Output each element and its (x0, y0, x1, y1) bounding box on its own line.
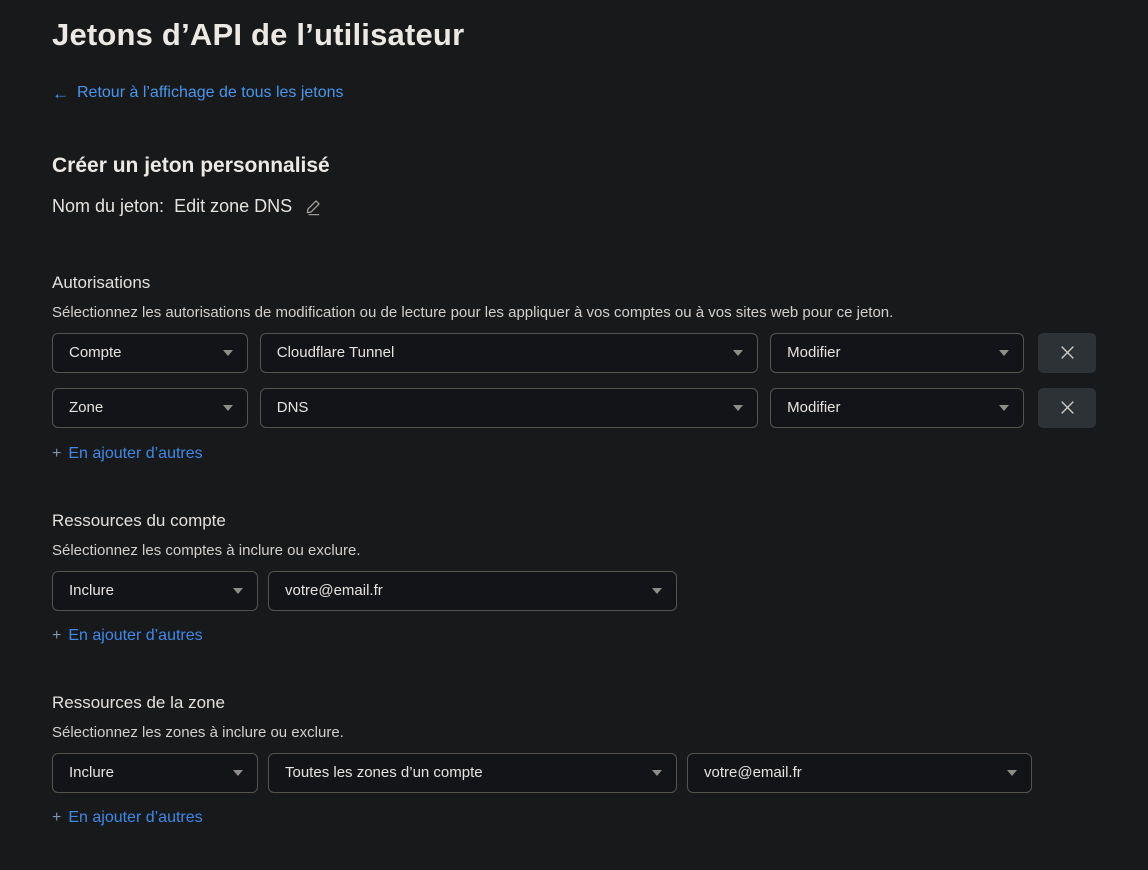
permission-scope-select[interactable]: Zone (52, 388, 248, 428)
caret-down-icon (223, 405, 233, 411)
token-name-value: Edit zone DNS (174, 196, 292, 217)
permission-access-value: Modifier (787, 344, 840, 361)
account-resource-row: Inclure votre@email.fr (52, 571, 1096, 611)
zone-resource-row: Inclure Toutes les zones d’un compte vot… (52, 753, 1096, 793)
account-operator-select[interactable]: Inclure (52, 571, 258, 611)
edit-pencil-icon (304, 198, 322, 216)
caret-down-icon (999, 405, 1009, 411)
caret-down-icon (652, 770, 662, 776)
add-permission-label: En ajouter d’autres (68, 445, 202, 463)
zone-operator-select[interactable]: Inclure (52, 753, 258, 793)
permission-access-select[interactable]: Modifier (770, 388, 1024, 428)
zone-account-value: votre@email.fr (704, 764, 802, 781)
permissions-description: Sélectionnez les autorisations de modifi… (52, 304, 1096, 321)
account-resources-heading: Ressources du compte (52, 511, 1096, 531)
edit-token-name-button[interactable] (302, 196, 324, 218)
page-title: Jetons d’API de l’utilisateur (52, 16, 1096, 53)
left-arrow-icon: ← (52, 85, 69, 102)
add-account-resource-label: En ajouter d’autres (68, 627, 202, 645)
caret-down-icon (223, 350, 233, 356)
account-value: votre@email.fr (285, 582, 383, 599)
account-value-select[interactable]: votre@email.fr (268, 571, 677, 611)
caret-down-icon (999, 350, 1009, 356)
caret-down-icon (652, 588, 662, 594)
zone-operator-value: Inclure (69, 764, 114, 781)
permission-scope-value: Zone (69, 399, 103, 416)
remove-permission-button[interactable] (1038, 333, 1096, 373)
plus-icon: + (52, 627, 61, 645)
caret-down-icon (1007, 770, 1017, 776)
zone-scope-value: Toutes les zones d’un compte (285, 764, 483, 781)
account-resources-description: Sélectionnez les comptes à inclure ou ex… (52, 542, 1096, 559)
token-name-row: Nom du jeton: Edit zone DNS (52, 196, 1096, 218)
zone-account-select[interactable]: votre@email.fr (687, 753, 1032, 793)
account-operator-value: Inclure (69, 582, 114, 599)
plus-icon: + (52, 445, 61, 463)
permission-type-select[interactable]: Cloudflare Tunnel (260, 333, 758, 373)
caret-down-icon (233, 770, 243, 776)
token-name-label: Nom du jeton: (52, 196, 164, 217)
permission-access-select[interactable]: Modifier (770, 333, 1024, 373)
permissions-heading: Autorisations (52, 273, 1096, 293)
caret-down-icon (733, 350, 743, 356)
zone-resources-description: Sélectionnez les zones à inclure ou excl… (52, 724, 1096, 741)
create-token-heading: Créer un jeton personnalisé (52, 154, 1096, 178)
permission-type-select[interactable]: DNS (260, 388, 758, 428)
add-account-resource-link[interactable]: + En ajouter d’autres (52, 627, 203, 645)
back-to-tokens-link[interactable]: ← Retour à l’affichage de tous les jeton… (52, 84, 344, 102)
zone-resources-heading: Ressources de la zone (52, 693, 1096, 713)
permission-row: Zone DNS Modifier (52, 388, 1096, 428)
caret-down-icon (733, 405, 743, 411)
close-icon (1059, 344, 1076, 361)
add-zone-resource-label: En ajouter d’autres (68, 809, 202, 827)
permission-scope-select[interactable]: Compte (52, 333, 248, 373)
remove-permission-button[interactable] (1038, 388, 1096, 428)
permission-type-value: DNS (277, 399, 309, 416)
permission-scope-value: Compte (69, 344, 122, 361)
user-api-tokens-page: Jetons d’API de l’utilisateur ← Retour à… (0, 0, 1148, 827)
add-permission-link[interactable]: + En ajouter d’autres (52, 445, 203, 463)
permission-row: Compte Cloudflare Tunnel Modifier (52, 333, 1096, 373)
caret-down-icon (233, 588, 243, 594)
permission-type-value: Cloudflare Tunnel (277, 344, 395, 361)
zone-scope-select[interactable]: Toutes les zones d’un compte (268, 753, 677, 793)
plus-icon: + (52, 809, 61, 827)
permission-access-value: Modifier (787, 399, 840, 416)
add-zone-resource-link[interactable]: + En ajouter d’autres (52, 809, 203, 827)
close-icon (1059, 399, 1076, 416)
back-link-label: Retour à l’affichage de tous les jetons (77, 84, 344, 102)
